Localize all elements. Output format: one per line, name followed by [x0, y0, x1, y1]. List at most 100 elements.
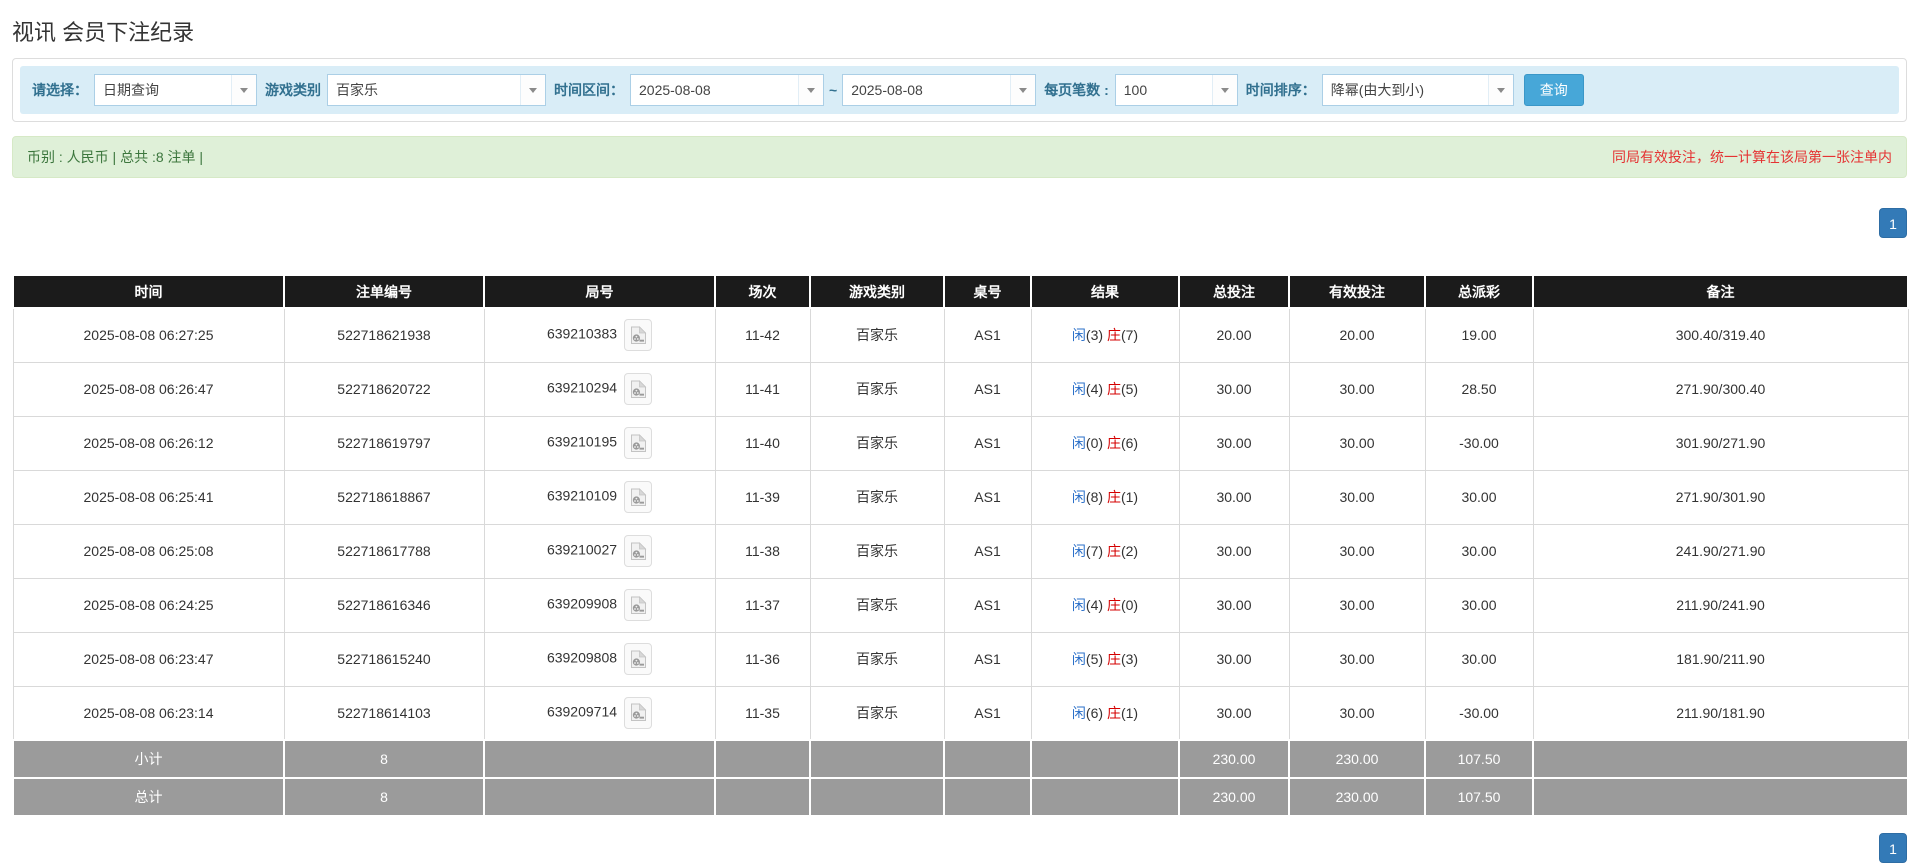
chevron-down-icon[interactable] — [231, 75, 256, 105]
video-clip-icon[interactable] — [624, 373, 653, 405]
total-payout: 107.50 — [1424, 777, 1534, 817]
query-mode-dropdown[interactable]: 日期查询 — [94, 74, 257, 106]
total-bet-link[interactable]: 30.00 — [1178, 469, 1290, 525]
video-clip-icon[interactable] — [624, 319, 653, 352]
total-bet-link[interactable]: 30.00 — [1178, 361, 1290, 417]
valid-bet: 20.00 — [1288, 307, 1426, 363]
page-1-button[interactable]: 1 — [1879, 208, 1907, 238]
total-bet-link[interactable]: 30.00 — [1178, 415, 1290, 471]
time-sort-value: 降幂(由大到小) — [1330, 82, 1425, 98]
pagination-top: 1 — [12, 208, 1907, 238]
round-id: 639210195 — [546, 433, 618, 450]
bet-time: 2025-08-08 06:26:12 — [12, 415, 285, 471]
game-type: 百家乐 — [809, 361, 945, 417]
chevron-down-icon[interactable] — [798, 75, 823, 105]
game-type: 百家乐 — [809, 469, 945, 525]
chevron-down-icon[interactable] — [1487, 75, 1513, 105]
banker-label: 庄 — [1106, 381, 1121, 397]
bet-table-body: 2025-08-08 06:27:25 522718621938 6392103… — [12, 307, 1909, 741]
video-clip-icon[interactable] — [624, 535, 653, 567]
table-no: AS1 — [943, 523, 1032, 579]
table-no: AS1 — [943, 685, 1032, 741]
round-cell: 639210294 — [483, 361, 716, 417]
query-mode-value: 日期查询 — [103, 82, 159, 98]
bet-time: 2025-08-08 06:25:41 — [12, 469, 285, 525]
valid-bet: 30.00 — [1288, 415, 1426, 471]
round-id: 639209908 — [546, 595, 618, 612]
table-row: 2025-08-08 06:23:14 522718614103 6392097… — [12, 685, 1909, 741]
session: 11-41 — [714, 361, 811, 417]
banker-label: 庄 — [1106, 435, 1121, 451]
total-payout: 30.00 — [1424, 577, 1534, 633]
banker-label: 庄 — [1106, 489, 1121, 505]
bet-time: 2025-08-08 06:23:14 — [12, 685, 285, 741]
result-cell: 闲(0) 庄(6) — [1030, 415, 1180, 471]
bet-id: 522718618867 — [283, 469, 485, 525]
game-type: 百家乐 — [809, 577, 945, 633]
chevron-down-icon[interactable] — [520, 75, 545, 105]
table-no: AS1 — [943, 577, 1032, 633]
banker-label: 庄 — [1106, 327, 1121, 344]
round-id: 639210109 — [546, 487, 618, 504]
player-score: (7) — [1085, 543, 1104, 559]
col-bet-id: 注单编号 — [283, 274, 485, 309]
total-bet-link[interactable]: 30.00 — [1178, 523, 1290, 579]
game-type-dropdown[interactable]: 百家乐 — [327, 74, 546, 106]
video-clip-icon[interactable] — [624, 589, 653, 621]
player-score: (4) — [1085, 381, 1104, 397]
bet-time: 2025-08-08 06:25:08 — [12, 523, 285, 579]
table-no: AS1 — [943, 631, 1032, 687]
subtotal-label: 小计 — [12, 739, 285, 779]
total-bet-link[interactable]: 20.00 — [1178, 307, 1290, 363]
player-score: (5) — [1085, 651, 1104, 667]
video-clip-icon[interactable] — [624, 427, 653, 459]
banker-score: (2) — [1120, 543, 1139, 559]
banker-label: 庄 — [1106, 597, 1121, 613]
video-clip-icon[interactable] — [624, 481, 653, 513]
bet-id: 522718617788 — [283, 523, 485, 579]
player-score: (6) — [1085, 704, 1104, 721]
round-cell: 639210383 — [483, 307, 716, 363]
total-bet-link[interactable]: 30.00 — [1178, 631, 1290, 687]
remark: 241.90/271.90 — [1532, 523, 1909, 579]
time-sort-dropdown[interactable]: 降幂(由大到小) — [1321, 74, 1514, 106]
game-type: 百家乐 — [809, 415, 945, 471]
chevron-down-icon[interactable] — [1211, 75, 1237, 105]
round-id: 639209808 — [546, 649, 618, 666]
total-payout: 30.00 — [1424, 469, 1534, 525]
page-title: 视讯 会员下注纪录 — [12, 20, 195, 45]
bet-time: 2025-08-08 06:26:47 — [12, 361, 285, 417]
chevron-down-icon[interactable] — [1010, 75, 1036, 105]
date-from-dropdown[interactable]: 2025-08-08 — [630, 74, 824, 106]
date-to-dropdown[interactable]: 2025-08-08 — [842, 74, 1037, 106]
remark: 300.40/319.40 — [1532, 307, 1909, 363]
video-clip-icon[interactable] — [624, 696, 653, 729]
col-valid-bet: 有效投注 — [1288, 274, 1426, 309]
col-remark: 备注 — [1532, 274, 1909, 309]
search-button[interactable]: 查询 — [1523, 74, 1584, 106]
total-payout: -30.00 — [1424, 685, 1534, 741]
session: 11-39 — [714, 469, 811, 525]
bet-id: 522718620722 — [283, 361, 485, 417]
player-score: (4) — [1085, 597, 1104, 613]
total-bet-link[interactable]: 30.00 — [1178, 685, 1290, 741]
currency-total-text: 币别 : 人民币 | 总共 :8 注单 | — [27, 149, 204, 165]
page-size-dropdown[interactable]: 100 — [1114, 74, 1238, 106]
date-from-value: 2025-08-08 — [639, 82, 711, 98]
filter-bar: 请选择： 日期查询 游戏类别 百家乐 时间区间： 2025-08-08 ~ 20… — [20, 66, 1899, 114]
total-payout: 28.50 — [1424, 361, 1534, 417]
valid-bet: 30.00 — [1288, 523, 1426, 579]
col-time: 时间 — [12, 274, 285, 309]
total-bet-link[interactable]: 30.00 — [1178, 577, 1290, 633]
banker-score: (0) — [1120, 597, 1139, 613]
pagination-bottom: 1 — [12, 833, 1907, 863]
valid-bet-notice: 同局有效投注，统一计算在该局第一张注单内 — [1612, 149, 1892, 165]
video-clip-icon[interactable] — [624, 643, 653, 675]
page-1-button[interactable]: 1 — [1879, 833, 1907, 863]
bet-time: 2025-08-08 06:27:25 — [12, 307, 285, 363]
banker-score: (7) — [1120, 327, 1139, 344]
valid-bet: 30.00 — [1288, 469, 1426, 525]
session: 11-40 — [714, 415, 811, 471]
remark: 211.90/181.90 — [1532, 685, 1909, 741]
player-label: 闲 — [1071, 704, 1086, 721]
